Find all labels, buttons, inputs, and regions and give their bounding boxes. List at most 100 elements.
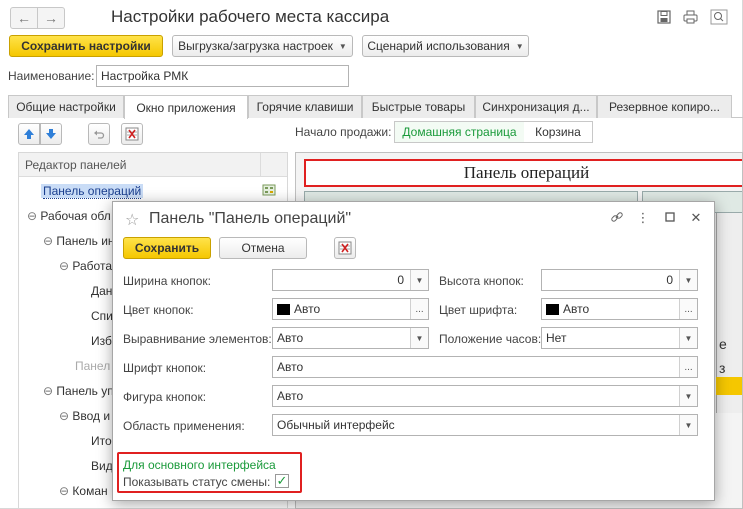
select-button[interactable]: ... [679, 357, 697, 377]
button-font-label: Шрифт кнопок: [123, 361, 207, 375]
zoom-icon[interactable] [709, 9, 729, 25]
close-icon[interactable]: ✕ [688, 210, 704, 226]
usage-scenario-label: Сценарий использования [367, 39, 510, 53]
tree-item-label: Панель ин [56, 234, 115, 248]
align-select[interactable]: Авто ▼ [272, 327, 429, 349]
usage-scenario-button[interactable]: Сценарий использования ▼ [362, 35, 529, 57]
font-color-value: Авто [563, 302, 590, 316]
printer-icon[interactable] [682, 9, 698, 25]
preview-yellow-block [716, 377, 742, 395]
scope-value: Обычный интерфейс [277, 418, 395, 432]
tree-item-info-panel[interactable]: ⊖ Панель ин [43, 234, 115, 248]
preview-char: з [719, 360, 726, 376]
color-swatch [546, 303, 559, 315]
tree-item-label: Работа [72, 259, 113, 273]
arrow-left-icon[interactable]: ← [10, 7, 38, 29]
show-shift-status-label: Показывать статус смены: [123, 475, 271, 489]
tree-item-commands[interactable]: ⊖ Коман [59, 484, 108, 498]
tree-item-label: Панель уп [56, 384, 114, 398]
tree-item-label: Ввод и [72, 409, 111, 423]
tree-item-data[interactable]: Дан [91, 284, 112, 298]
tab-app-window[interactable]: Окно приложения [124, 95, 248, 119]
tree-item-operations-panel[interactable]: Панель операций [41, 184, 144, 199]
chevron-down-icon[interactable]: ▼ [679, 270, 697, 290]
tree-item-totals[interactable]: Ито [91, 434, 112, 448]
scope-select[interactable]: Обычный интерфейс ▼ [272, 414, 698, 436]
tree-header-label: Редактор панелей [25, 158, 127, 172]
chevron-down-icon[interactable]: ▼ [410, 270, 428, 290]
tab-sync[interactable]: Синхронизация д... [475, 95, 597, 118]
collapse-icon: ⊖ [43, 234, 54, 248]
button-color-input[interactable]: Авто ... [272, 298, 429, 320]
clock-position-select[interactable]: Нет ▼ [541, 327, 698, 349]
button-height-label: Высота кнопок: [439, 274, 524, 288]
tree-item-panel-disabled[interactable]: Панел [75, 359, 110, 373]
save-settings-button[interactable]: Сохранить настройки [9, 35, 163, 57]
sale-start-label: Начало продажи: [295, 125, 392, 139]
tree-item-label: Панель операций [43, 184, 142, 199]
button-width-value: 0 [397, 273, 404, 287]
button-height-input[interactable]: 0 ▼ [541, 269, 698, 291]
collapse-icon: ⊖ [43, 384, 54, 398]
maximize-icon[interactable] [662, 210, 678, 225]
tree-item-label: Рабочая обл [40, 209, 111, 223]
caret-down-icon: ▼ [515, 41, 524, 51]
show-shift-status-checkbox[interactable]: ✓ [275, 474, 289, 488]
tree-header: Редактор панелей [19, 153, 287, 177]
move-down-icon[interactable] [40, 123, 62, 145]
scope-label: Область применения: [123, 419, 245, 433]
move-up-icon[interactable] [18, 123, 40, 145]
button-shape-value: Авто [277, 389, 304, 403]
tree-item-list[interactable]: Спи [91, 309, 113, 323]
window-title: Настройки рабочего места кассира [111, 7, 390, 26]
select-button[interactable]: ... [679, 299, 697, 319]
clock-position-value: Нет [546, 331, 567, 345]
chevron-down-icon[interactable]: ▼ [679, 386, 697, 406]
floppy-icon[interactable] [656, 9, 672, 25]
preview-char: е [719, 336, 727, 352]
clear-icon[interactable] [334, 237, 356, 259]
align-value: Авто [277, 331, 304, 345]
arrow-right-icon[interactable]: → [37, 7, 65, 29]
chevron-down-icon[interactable]: ▼ [410, 328, 428, 348]
chevron-down-icon[interactable]: ▼ [679, 415, 697, 435]
tree-item-work-area[interactable]: ⊖ Рабочая обл [27, 209, 111, 223]
cancel-button[interactable]: Отмена [219, 237, 307, 259]
cart-option[interactable]: Корзина [524, 121, 593, 143]
tab-backup[interactable]: Резервное копиро... [597, 95, 732, 118]
tab-bar: Общие настройки Окно приложения Горячие … [8, 95, 743, 119]
tab-general[interactable]: Общие настройки [8, 95, 124, 118]
name-input[interactable]: Настройка РМК [96, 65, 349, 87]
button-height-value: 0 [666, 273, 673, 287]
home-page-option[interactable]: Домашняя страница [394, 121, 525, 143]
chevron-down-icon[interactable]: ▼ [679, 328, 697, 348]
tree-item-work[interactable]: ⊖ Работа [59, 259, 112, 273]
button-color-label: Цвет кнопок: [123, 303, 194, 317]
tree-item-view[interactable]: Вид [91, 459, 113, 473]
tab-quick-goods[interactable]: Быстрые товары [362, 95, 475, 118]
panel-settings-icon[interactable] [262, 183, 276, 197]
button-font-input[interactable]: Авто ... [272, 356, 698, 378]
tree-item-control-panel[interactable]: ⊖ Панель уп [43, 384, 114, 398]
tab-hotkeys[interactable]: Горячие клавиши [248, 95, 362, 118]
button-width-input[interactable]: 0 ▼ [272, 269, 429, 291]
link-icon[interactable] [609, 210, 625, 227]
star-icon[interactable]: ☆ [125, 210, 139, 230]
caret-down-icon: ▼ [338, 41, 347, 51]
button-shape-select[interactable]: Авто ▼ [272, 385, 698, 407]
clear-icon[interactable] [121, 123, 143, 145]
tree-item-label: Коман [72, 484, 108, 498]
more-vert-icon[interactable]: ⋮ [635, 210, 651, 226]
export-import-button[interactable]: Выгрузка/загрузка настроек ▼ [172, 35, 353, 57]
align-label: Выравнивание элементов: [123, 332, 272, 346]
button-font-value: Авто [277, 360, 304, 374]
export-import-label: Выгрузка/загрузка настроек [178, 39, 333, 53]
dialog-title: Панель "Панель операций" [149, 210, 352, 227]
tree-item-input[interactable]: ⊖ Ввод и [59, 409, 110, 423]
undo-icon[interactable] [88, 123, 110, 145]
select-button[interactable]: ... [410, 299, 428, 319]
save-button[interactable]: Сохранить [123, 237, 211, 259]
tree-item-favorites[interactable]: Изб [91, 334, 112, 348]
collapse-icon: ⊖ [59, 484, 70, 498]
font-color-input[interactable]: Авто ... [541, 298, 698, 320]
